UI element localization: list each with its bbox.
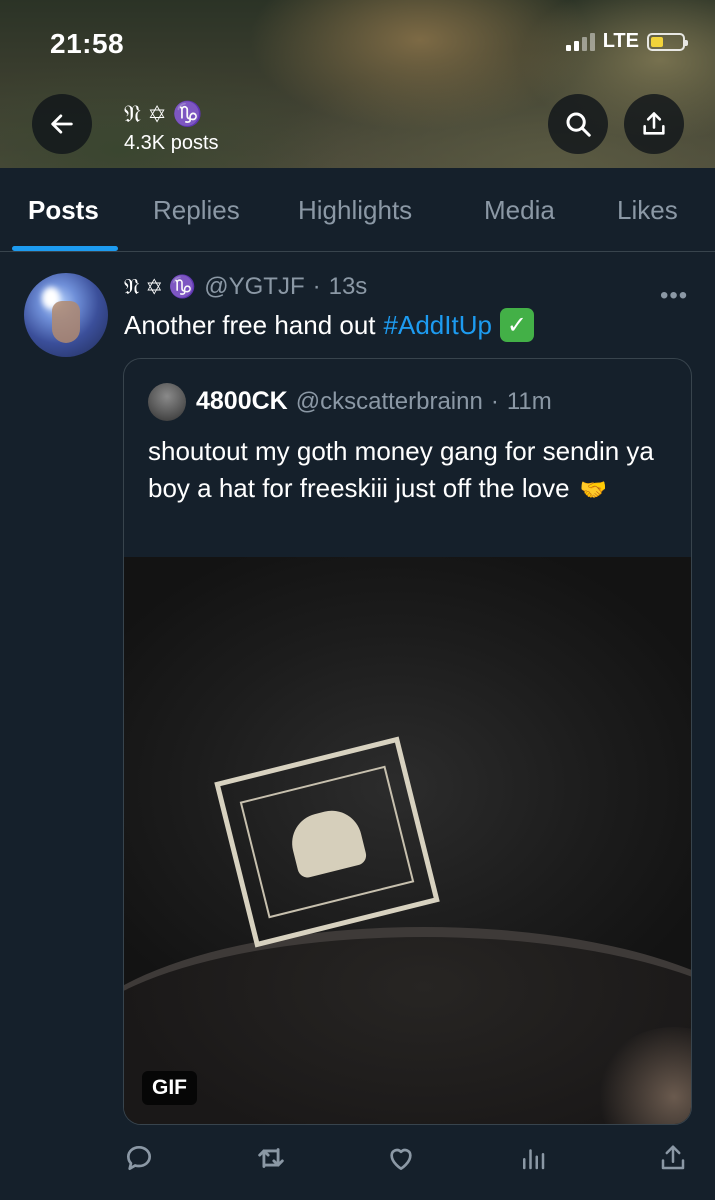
gif-badge: GIF (142, 1071, 197, 1105)
quoted-text: shoutout my goth money gang for sendin y… (148, 433, 678, 508)
profile-screen: 21:58 LTE 𝔑 ✡ ♑ 4.3K posts Posts Replies… (0, 0, 715, 1200)
more-options-icon[interactable]: ••• (660, 282, 688, 310)
status-indicators: LTE (565, 30, 688, 53)
profile-banner: 21:58 LTE 𝔑 ✡ ♑ 4.3K posts (0, 0, 715, 168)
retweet-button[interactable] (253, 1140, 289, 1176)
share-icon (643, 112, 665, 135)
tweet-time[interactable]: 13s (329, 273, 368, 301)
quoted-display-name: 4800CK (196, 387, 288, 415)
back-button[interactable] (32, 94, 92, 154)
reply-button[interactable] (121, 1140, 157, 1176)
active-tab-indicator (12, 246, 118, 251)
logo-mark-icon (285, 804, 369, 880)
tweet-separator: · (312, 273, 321, 300)
search-icon (566, 112, 591, 137)
like-icon (390, 1148, 412, 1170)
back-arrow-icon (51, 114, 73, 134)
share-profile-button[interactable] (624, 94, 684, 154)
tweet-display-name[interactable]: 𝔑 ✡ ♑ (124, 275, 196, 300)
tweet-body: Another free hand out (124, 309, 376, 340)
status-time: 21:58 (50, 28, 125, 59)
hashtag-link[interactable]: #AddItUp (384, 310, 492, 341)
quoted-time: 11m (506, 387, 552, 415)
profile-tabs: Posts Replies Highlights Media Likes (0, 168, 715, 252)
quoted-handle: @ckscatterbrainn (295, 387, 483, 415)
handshake-emoji: 🤝 (579, 477, 607, 502)
avatar[interactable] (24, 273, 108, 357)
tweet-text: Another free hand out #AddItUp ✓ (124, 308, 534, 342)
quoted-separator: · (490, 387, 499, 415)
retweet-icon (258, 1148, 284, 1168)
quoted-header: 4800CK @ckscatterbrainn · 11m (196, 387, 552, 416)
views-icon (523, 1149, 545, 1170)
battery-icon (647, 32, 688, 51)
quoted-avatar[interactable] (148, 383, 186, 421)
hat-logo-patch (214, 736, 440, 948)
profile-post-count: 4.3K posts (124, 132, 219, 154)
upload-share-icon (661, 1145, 685, 1170)
reply-icon (127, 1146, 151, 1170)
tab-media[interactable]: Media (484, 168, 555, 252)
tweet-header: 𝔑 ✡ ♑ @YGTJF · 13s (124, 271, 367, 303)
views-button[interactable] (515, 1140, 551, 1176)
quoted-tweet[interactable]: 4800CK @ckscatterbrainn · 11m shoutout m… (123, 358, 692, 1125)
tab-highlights[interactable]: Highlights (298, 168, 412, 252)
check-mark-icon: ✓ (499, 308, 534, 342)
gif-media[interactable]: GIF (124, 557, 691, 1124)
tab-posts[interactable]: Posts (28, 168, 99, 252)
tab-replies[interactable]: Replies (153, 168, 240, 252)
tab-likes[interactable]: Likes (617, 168, 678, 252)
share-tweet-button[interactable] (655, 1140, 691, 1176)
network-type: LTE (602, 30, 639, 52)
like-button[interactable] (383, 1140, 419, 1176)
search-button[interactable] (548, 94, 608, 154)
profile-display-name: 𝔑 ✡ ♑ (124, 100, 203, 128)
signal-icon (565, 32, 595, 51)
quoted-body: shoutout my goth money gang for sendin y… (148, 436, 654, 503)
tweet-handle[interactable]: @YGTJF (204, 273, 304, 301)
